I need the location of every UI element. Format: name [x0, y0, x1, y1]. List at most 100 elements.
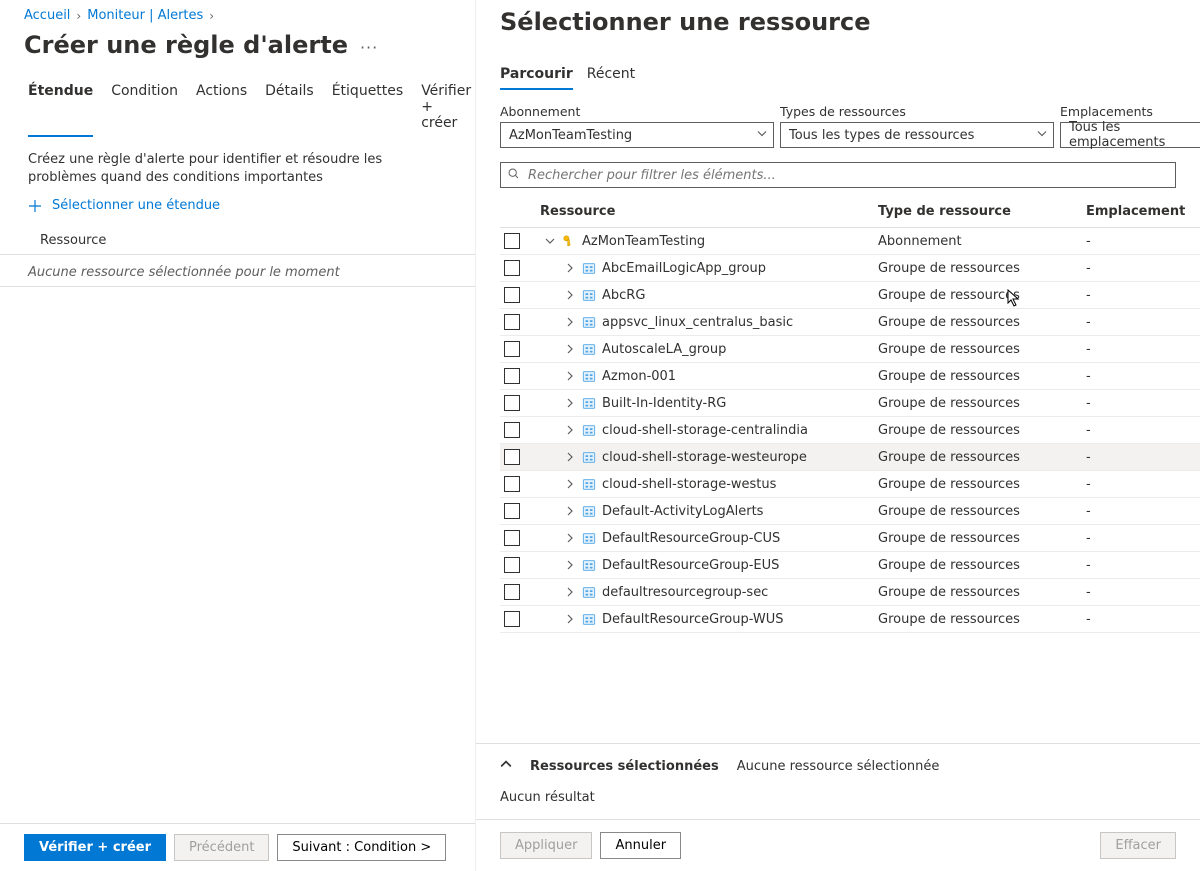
select-scope-button[interactable]: Sélectionner une étendue	[0, 190, 475, 223]
tab-tags[interactable]: Étiquettes	[332, 79, 403, 137]
subscription-dropdown[interactable]: AzMonTeamTesting	[500, 122, 774, 148]
chevron-right-icon[interactable]	[564, 506, 576, 516]
row-checkbox[interactable]	[504, 422, 520, 438]
table-row[interactable]: AbcRGGroupe de ressources-	[500, 282, 1200, 309]
row-checkbox[interactable]	[504, 341, 520, 357]
row-type-text: Groupe de ressources	[874, 417, 1082, 444]
table-row[interactable]: Default-ActivityLogAlertsGroupe de resso…	[500, 498, 1200, 525]
row-location-text: -	[1082, 282, 1200, 309]
clear-button: Effacer	[1100, 832, 1176, 859]
table-row[interactable]: Azmon-001Groupe de ressources-	[500, 363, 1200, 390]
chevron-right-icon[interactable]	[564, 344, 576, 354]
chevron-right-icon[interactable]	[564, 452, 576, 462]
row-name-text: appsvc_linux_centralus_basic	[602, 315, 793, 330]
row-checkbox[interactable]	[504, 557, 520, 573]
row-checkbox[interactable]	[504, 476, 520, 492]
row-checkbox[interactable]	[504, 503, 520, 519]
resource-group-icon	[582, 612, 596, 626]
chevron-right-icon[interactable]	[564, 533, 576, 543]
chevron-right-icon[interactable]	[564, 317, 576, 327]
table-row[interactable]: DefaultResourceGroup-WUSGroupe de ressou…	[500, 606, 1200, 633]
resource-column-header: Ressource	[0, 223, 475, 255]
col-location[interactable]: Emplacement	[1082, 198, 1200, 228]
tab-scope[interactable]: Étendue	[28, 79, 93, 137]
tab-review[interactable]: Vérifier + créer	[421, 79, 471, 137]
row-checkbox[interactable]	[504, 368, 520, 384]
chevron-up-icon[interactable]	[500, 758, 512, 774]
next-condition-button[interactable]: Suivant : Condition >	[277, 834, 446, 861]
blade-title: Sélectionner une ressource	[476, 0, 1200, 42]
resource-group-icon	[582, 315, 596, 329]
apply-button: Appliquer	[500, 832, 592, 859]
table-row[interactable]: cloud-shell-storage-westeuropeGroupe de …	[500, 444, 1200, 471]
tab-actions[interactable]: Actions	[196, 79, 247, 137]
table-row[interactable]: AzMonTeamTestingAbonnement-	[500, 228, 1200, 255]
row-type-text: Groupe de ressources	[874, 336, 1082, 363]
resource-types-dropdown[interactable]: Tous les types de ressources	[780, 122, 1054, 148]
breadcrumb-home[interactable]: Accueil	[24, 8, 70, 23]
row-checkbox[interactable]	[504, 530, 520, 546]
tab-details[interactable]: Détails	[265, 79, 314, 137]
search-icon	[507, 167, 520, 184]
search-input[interactable]	[526, 167, 1169, 184]
table-row[interactable]: AbcEmailLogicApp_groupGroupe de ressourc…	[500, 255, 1200, 282]
breadcrumb-monitor[interactable]: Moniteur | Alertes	[87, 8, 203, 23]
search-input-wrapper[interactable]	[500, 162, 1176, 188]
row-checkbox[interactable]	[504, 395, 520, 411]
table-row[interactable]: cloud-shell-storage-westusGroupe de ress…	[500, 471, 1200, 498]
table-row[interactable]: defaultresourcegroup-secGroupe de ressou…	[500, 579, 1200, 606]
chevron-right-icon[interactable]	[564, 425, 576, 435]
chevron-right-icon[interactable]	[564, 560, 576, 570]
more-menu-button[interactable]: ···	[360, 34, 380, 57]
no-result-text: Aucun résultat	[476, 780, 1200, 820]
row-name-text: AbcEmailLogicApp_group	[602, 261, 766, 276]
resource-group-icon	[582, 531, 596, 545]
row-location-text: -	[1082, 363, 1200, 390]
row-location-text: -	[1082, 471, 1200, 498]
col-type[interactable]: Type de ressource	[874, 198, 1082, 228]
chevron-right-icon[interactable]	[564, 614, 576, 624]
chevron-right-icon[interactable]	[564, 371, 576, 381]
tab-condition[interactable]: Condition	[111, 79, 178, 137]
blade-tab-recent[interactable]: Récent	[587, 66, 635, 90]
row-checkbox[interactable]	[504, 584, 520, 600]
table-row[interactable]: appsvc_linux_centralus_basic Groupe de re…	[500, 309, 1200, 336]
row-location-text: -	[1082, 390, 1200, 417]
table-row[interactable]: cloud-shell-storage-centralindia Groupe d…	[500, 417, 1200, 444]
row-name-text: AbcRG	[602, 288, 645, 303]
chevron-down-icon[interactable]	[544, 236, 556, 246]
row-name-text: AzMonTeamTesting	[582, 234, 705, 249]
chevron-right-icon[interactable]	[564, 587, 576, 597]
row-location-text: -	[1082, 606, 1200, 633]
chevron-right-icon: ›	[209, 9, 214, 23]
row-checkbox[interactable]	[504, 233, 520, 249]
row-type-text: Groupe de ressources	[874, 579, 1082, 606]
row-checkbox[interactable]	[504, 611, 520, 627]
breadcrumb: Accueil › Moniteur | Alertes ›	[0, 0, 475, 23]
chevron-right-icon[interactable]	[564, 398, 576, 408]
row-checkbox[interactable]	[504, 260, 520, 276]
row-type-text: Groupe de ressources	[874, 309, 1082, 336]
table-row[interactable]: DefaultResourceGroup-CUSGroupe de ressou…	[500, 525, 1200, 552]
row-checkbox[interactable]	[504, 314, 520, 330]
col-resource[interactable]: Ressource	[536, 198, 874, 228]
row-location-text: -	[1082, 525, 1200, 552]
table-row[interactable]: Built-In-Identity-RGGroupe de ressources…	[500, 390, 1200, 417]
row-checkbox[interactable]	[504, 287, 520, 303]
selected-resources-label: Ressources sélectionnées	[530, 759, 719, 774]
table-row[interactable]: AutoscaleLA_groupGroupe de ressources-	[500, 336, 1200, 363]
chevron-right-icon[interactable]	[564, 479, 576, 489]
row-location-text: -	[1082, 417, 1200, 444]
cancel-button[interactable]: Annuler	[600, 832, 681, 859]
table-row[interactable]: DefaultResourceGroup-EUSGroupe de ressou…	[500, 552, 1200, 579]
row-type-text: Groupe de ressources	[874, 444, 1082, 471]
chevron-right-icon[interactable]	[564, 290, 576, 300]
row-name-text: cloud-shell-storage-centralindia	[602, 423, 808, 438]
locations-dropdown[interactable]: Tous les emplacements	[1060, 122, 1200, 148]
row-name-text: cloud-shell-storage-westus	[602, 477, 776, 492]
blade-tab-browse[interactable]: Parcourir	[500, 66, 573, 90]
row-checkbox[interactable]	[504, 449, 520, 465]
verify-create-button[interactable]: Vérifier + créer	[24, 834, 166, 861]
row-type-text: Groupe de ressources	[874, 606, 1082, 633]
chevron-right-icon[interactable]	[564, 263, 576, 273]
